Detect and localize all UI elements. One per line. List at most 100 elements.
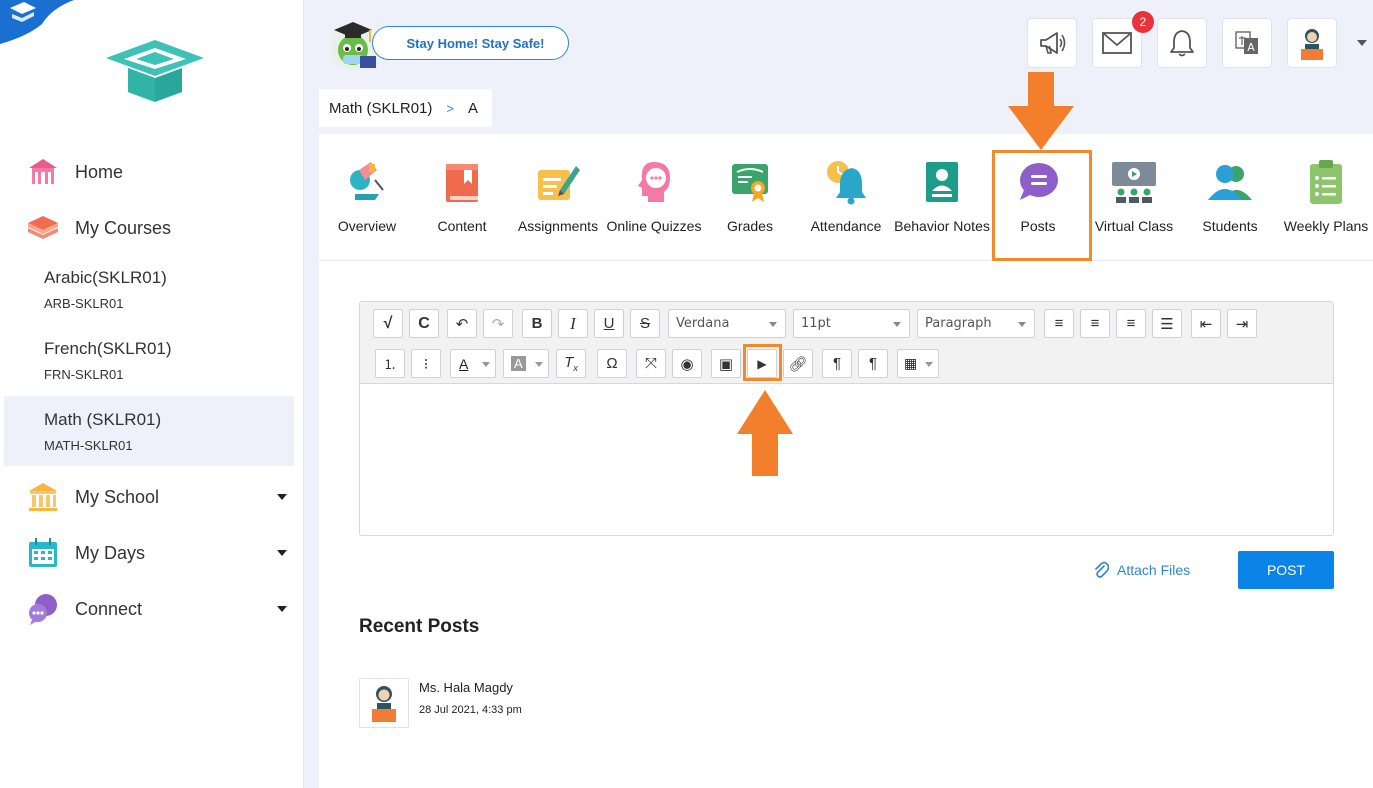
media-button-highlight (743, 344, 782, 381)
link-icon: 🔗︎ (788, 355, 808, 373)
tab-students[interactable]: Students (1182, 150, 1278, 260)
bullet-list-button[interactable]: ⁝ (411, 349, 441, 378)
course-title: Arabic(SKLR01) (44, 268, 167, 287)
insert-link-button[interactable]: 🔗︎ (783, 349, 813, 378)
insert-image-button[interactable]: ▣ (711, 349, 741, 378)
strikethrough-button[interactable]: S (630, 309, 660, 338)
courses-icon (26, 211, 60, 245)
background-color-button[interactable]: A (503, 349, 549, 378)
nav-connect[interactable]: Connect (0, 585, 304, 633)
tab-behavior-notes[interactable]: Behavior Notes (894, 150, 990, 260)
indent-button[interactable]: ⇥ (1227, 309, 1257, 338)
rtl-button[interactable]: ¶ (858, 349, 888, 378)
tab-grades[interactable]: Grades (702, 150, 798, 260)
sidebar: Home My Courses Arabic(SKLR01) ARB-SKLR0… (0, 0, 304, 788)
bold-button[interactable]: B (522, 309, 552, 338)
redo-icon: ↷ (491, 315, 505, 333)
nav-my-courses[interactable]: My Courses (0, 204, 304, 252)
tab-weekly-plans[interactable]: Weekly Plans (1278, 150, 1373, 260)
highlight-color-icon: A (511, 356, 526, 371)
behavior-icon (926, 162, 958, 202)
nav-my-days[interactable]: My Days (0, 529, 304, 577)
strikethrough-icon: S (639, 315, 650, 332)
math-formula-button[interactable]: √ (373, 309, 403, 338)
fullscreen-icon: ⤧ (644, 355, 657, 372)
text-color-button[interactable]: A (450, 349, 496, 378)
app-corner-icon[interactable] (0, 0, 74, 44)
undo-button[interactable]: ↶ (447, 309, 477, 338)
tab-virtual-class[interactable]: Virtual Class (1086, 150, 1182, 260)
profile-dropdown-caret[interactable] (1357, 40, 1367, 46)
nav-connect-label: Connect (75, 598, 143, 619)
block-format-select[interactable]: Paragraph (917, 309, 1035, 338)
nav-my-days-label: My Days (75, 542, 146, 563)
breadcrumb-course[interactable]: Math (SKLR01) (329, 100, 432, 117)
post-author[interactable]: Ms. Hala Magdy (419, 680, 513, 695)
bell-clock-icon (827, 161, 866, 205)
tab-attendance[interactable]: Attendance (798, 150, 894, 260)
special-char-button[interactable]: Ω (597, 349, 627, 378)
redo-button[interactable]: ↷ (483, 309, 513, 338)
tab-overview[interactable]: Overview (319, 150, 415, 260)
insert-table-button[interactable]: ▦ (897, 349, 939, 378)
align-justify-button[interactable]: ☰ (1152, 309, 1182, 338)
svg-text:A: A (1247, 41, 1255, 54)
notifications-button[interactable] (1157, 18, 1207, 68)
fullscreen-button[interactable]: ⤧ (636, 349, 666, 378)
attach-files-link[interactable]: Attach Files (1093, 560, 1190, 580)
align-center-button[interactable]: ≡ (1080, 309, 1110, 338)
align-left-icon: ≡ (1054, 315, 1064, 332)
align-center-icon: ≡ (1090, 315, 1100, 332)
rich-text-editor: √ C ↶ ↷ B I U S Verdana 11pt Paragraph ≡… (359, 301, 1334, 536)
announcements-button[interactable] (1027, 18, 1077, 68)
tab-content[interactable]: Content (414, 150, 510, 260)
editor-body[interactable] (360, 385, 1333, 535)
chemistry-button[interactable]: C (409, 309, 439, 338)
post-author-avatar[interactable] (359, 678, 409, 728)
align-left-button[interactable]: ≡ (1044, 309, 1074, 338)
underline-button[interactable]: U (594, 309, 624, 338)
align-right-button[interactable]: ≡ (1116, 309, 1146, 338)
chat-icon (26, 592, 60, 626)
avatar-icon (372, 686, 396, 722)
overview-icon (350, 162, 384, 200)
chevron-down-icon (535, 362, 543, 367)
stay-safe-banner[interactable]: Stay Home! Stay Safe! (372, 26, 569, 60)
chevron-down-icon[interactable] (277, 550, 287, 556)
nav-my-courses-label: My Courses (75, 217, 172, 238)
tabs-divider (319, 260, 1373, 261)
megaphone-icon (1040, 32, 1066, 54)
language-button[interactable]: A (1222, 18, 1272, 68)
course-french[interactable]: French(SKLR01) FRN-SKLR01 (4, 325, 294, 395)
rtl-icon: ¶ (868, 355, 878, 372)
course-code: MATH-SKLR01 (44, 438, 133, 453)
nav-home[interactable]: Home (0, 148, 304, 196)
arrow-down-annotation (1008, 72, 1074, 150)
font-size-select[interactable]: 11pt (793, 309, 910, 338)
italic-button[interactable]: I (558, 309, 588, 338)
breadcrumb: Math (SKLR01) > A (319, 89, 492, 127)
align-justify-icon: ☰ (1160, 315, 1174, 333)
course-math[interactable]: Math (SKLR01) MATH-SKLR01 (4, 396, 294, 466)
clipboard-icon (1310, 160, 1342, 204)
outdent-icon: ⇤ (1199, 315, 1213, 333)
post-button[interactable]: POST (1238, 551, 1334, 589)
certificate-icon (732, 164, 768, 202)
course-title: French(SKLR01) (44, 339, 172, 358)
ltr-button[interactable]: ¶ (822, 349, 852, 378)
outdent-button[interactable]: ⇤ (1191, 309, 1221, 338)
profile-button[interactable] (1287, 18, 1337, 68)
clear-format-button[interactable]: Tx (556, 349, 586, 378)
numbered-list-button[interactable]: ⒈ (375, 349, 405, 378)
preview-button[interactable]: ◉ (672, 349, 702, 378)
nav-my-school[interactable]: My School (0, 473, 304, 521)
breadcrumb-section: A (467, 99, 478, 117)
tab-assignments[interactable]: Assignments (510, 150, 606, 260)
font-family-select[interactable]: Verdana (668, 309, 786, 338)
chevron-down-icon[interactable] (277, 494, 287, 500)
chevron-down-icon[interactable] (277, 606, 287, 612)
tab-online-quizzes[interactable]: Online Quizzes (606, 150, 702, 260)
omega-icon: Ω (606, 355, 618, 372)
course-arabic[interactable]: Arabic(SKLR01) ARB-SKLR01 (4, 254, 294, 324)
recent-posts-heading: Recent Posts (359, 616, 480, 637)
